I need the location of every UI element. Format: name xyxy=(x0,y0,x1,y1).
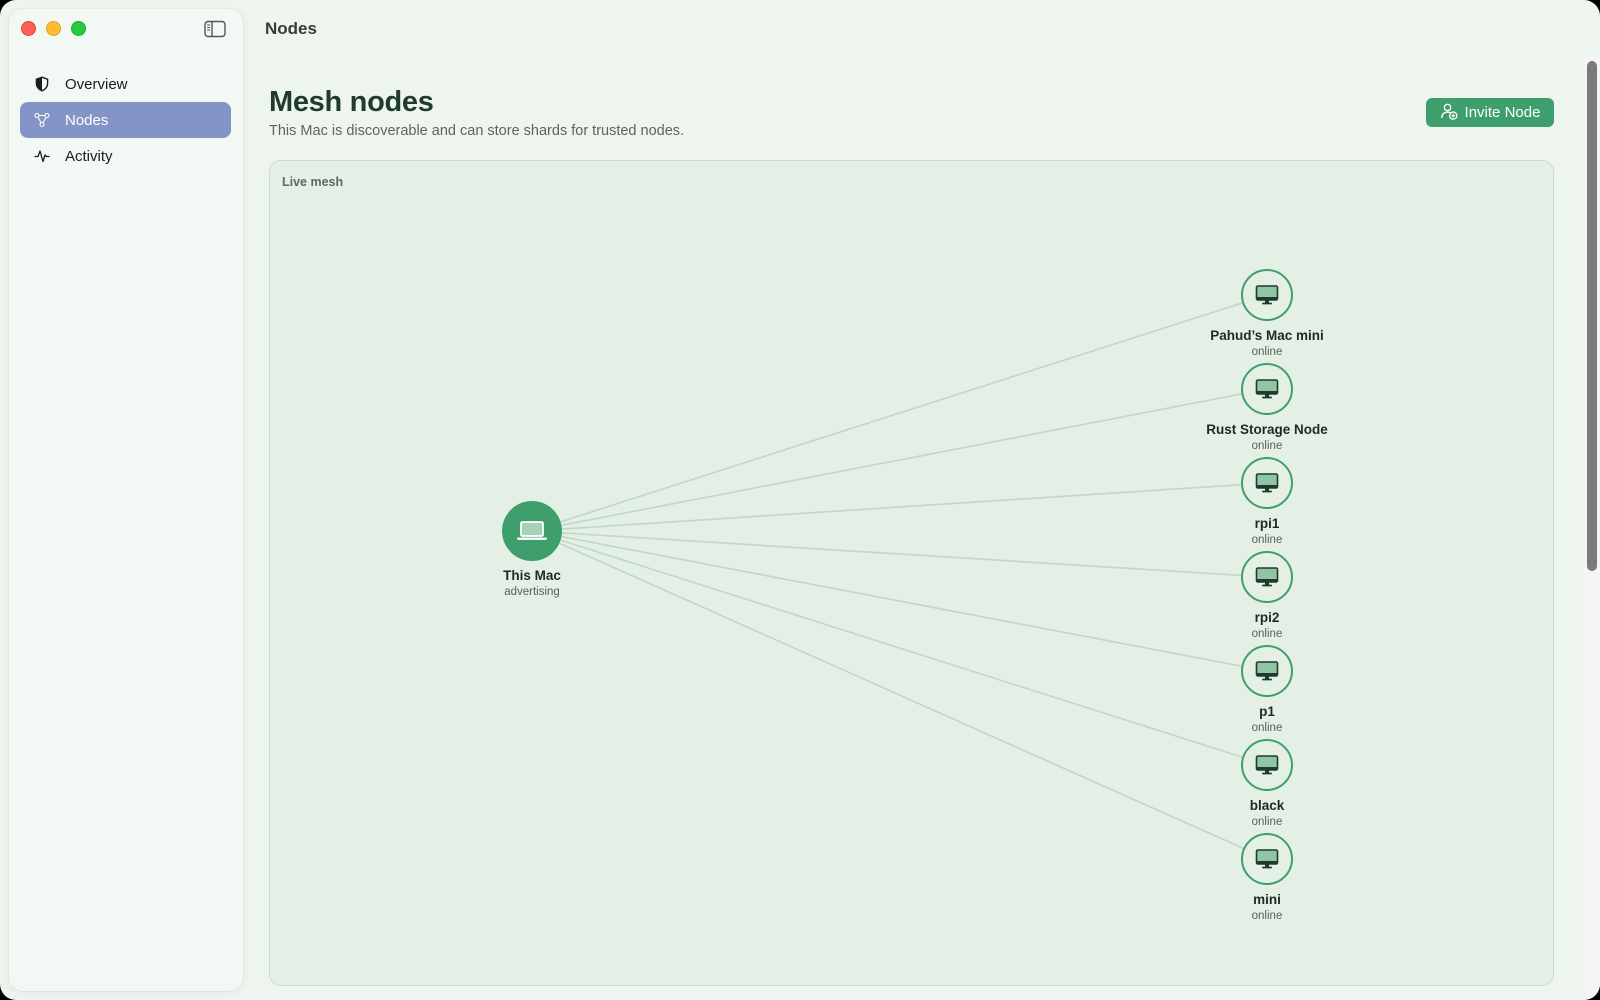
mesh-peer-node[interactable]: mini online xyxy=(1187,833,1347,922)
mesh-link xyxy=(561,483,1242,530)
mesh-link xyxy=(559,542,1244,850)
close-window-button[interactable] xyxy=(21,21,36,36)
node-name: Pahud’s Mac mini xyxy=(1210,328,1324,343)
waveform-icon xyxy=(33,147,51,165)
node-status: online xyxy=(1251,816,1283,828)
node-name: mini xyxy=(1253,892,1281,907)
person-add-icon xyxy=(1440,102,1458,124)
node-status: online xyxy=(1251,722,1283,734)
sidebar-nav: Overview Nodes Activity xyxy=(20,66,231,174)
node-status: online xyxy=(1251,346,1283,358)
invite-node-button[interactable]: Invite Node xyxy=(1426,98,1554,127)
node-name: This Mac xyxy=(503,568,561,583)
node-status: advertising xyxy=(504,586,560,598)
node-status: online xyxy=(1251,628,1283,640)
mesh-peer-node[interactable]: black online xyxy=(1187,739,1347,828)
mesh-link xyxy=(561,532,1242,577)
main-content: Nodes Mesh nodes This Mac is discoverabl… xyxy=(243,0,1600,1000)
desktop-icon xyxy=(1241,457,1293,509)
mesh-peer-node[interactable]: Rust Storage Node online xyxy=(1187,363,1347,452)
desktop-icon xyxy=(1241,739,1293,791)
page-subtitle: This Mac is discoverable and can store s… xyxy=(269,123,685,139)
laptop-icon xyxy=(502,501,562,561)
page-title: Mesh nodes xyxy=(269,86,434,118)
mesh-link xyxy=(560,302,1243,523)
shield-half-icon xyxy=(33,75,51,93)
node-status: online xyxy=(1251,910,1283,922)
mesh-center-node[interactable]: This Mac advertising xyxy=(452,501,612,598)
mesh-panel: Live mesh This Mac advertising Pahud’s M… xyxy=(269,160,1554,986)
mesh-peer-node[interactable]: rpi1 online xyxy=(1187,457,1347,546)
toolbar-title: Nodes xyxy=(265,19,317,38)
minimize-window-button[interactable] xyxy=(46,21,61,36)
node-status: online xyxy=(1251,534,1283,546)
mesh-link xyxy=(561,393,1242,527)
desktop-icon xyxy=(1241,551,1293,603)
mesh-link xyxy=(560,539,1243,758)
mesh-link xyxy=(561,535,1242,667)
sidebar-item-label: Nodes xyxy=(65,111,109,129)
sidebar-toggle-icon[interactable] xyxy=(203,19,227,39)
mesh-peer-node[interactable]: p1 online xyxy=(1187,645,1347,734)
sidebar-item-label: Activity xyxy=(65,147,113,165)
desktop-icon xyxy=(1241,833,1293,885)
zoom-window-button[interactable] xyxy=(71,21,86,36)
sidebar: Overview Nodes Activity xyxy=(9,9,243,991)
node-name: Rust Storage Node xyxy=(1206,422,1328,437)
mesh-peer-node[interactable]: Pahud’s Mac mini online xyxy=(1187,269,1347,358)
graph-nodes-icon xyxy=(33,111,51,129)
window-controls xyxy=(21,21,86,36)
mesh-peer-node[interactable]: rpi2 online xyxy=(1187,551,1347,640)
sidebar-item-nodes[interactable]: Nodes xyxy=(20,102,231,138)
app-window: Overview Nodes Activity Nodes Mesh nodes… xyxy=(0,0,1600,1000)
node-name: rpi1 xyxy=(1254,516,1280,531)
desktop-icon xyxy=(1241,269,1293,321)
node-status: online xyxy=(1251,440,1283,452)
node-name: black xyxy=(1249,798,1285,813)
node-name: p1 xyxy=(1259,704,1275,719)
scrollbar-thumb[interactable] xyxy=(1587,61,1597,571)
sidebar-item-label: Overview xyxy=(65,75,128,93)
node-name: rpi2 xyxy=(1254,610,1280,625)
desktop-icon xyxy=(1241,645,1293,697)
invite-node-label: Invite Node xyxy=(1464,104,1541,121)
sidebar-item-overview[interactable]: Overview xyxy=(20,66,231,102)
sidebar-item-activity[interactable]: Activity xyxy=(20,138,231,174)
desktop-icon xyxy=(1241,363,1293,415)
